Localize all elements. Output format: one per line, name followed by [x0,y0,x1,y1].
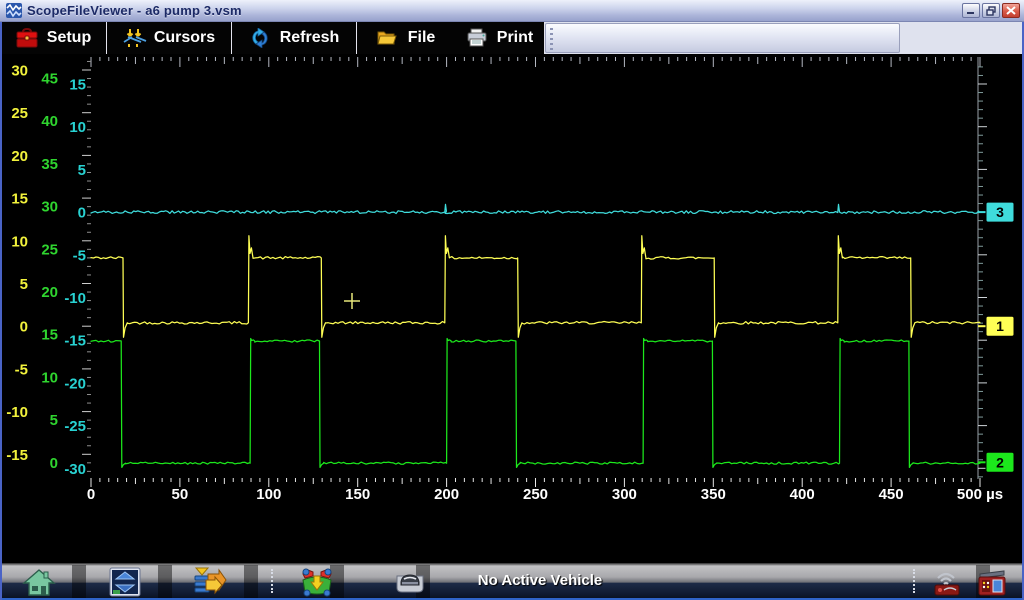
x-tick-label: 250 [523,486,548,503]
y-tick-label-ch3: -25 [64,418,86,435]
y-tick-label-ch1: 15 [11,191,28,208]
toolbar-empty-panel [545,23,900,53]
y-tick-label-ch1: 10 [11,233,28,250]
y-tick-label-ch1: -15 [6,447,28,464]
channel-badge-label: 3 [996,204,1004,220]
y-tick-label-ch2: 15 [41,327,58,344]
y-tick-label-ch2: 25 [41,241,58,258]
cursors-label: Cursors [154,29,215,47]
scope-data-button[interactable] [192,566,228,598]
y-tick-label-ch2: 5 [50,412,58,429]
crosshair-cursor [344,293,360,309]
y-tick-label-ch2: 40 [41,113,58,130]
y-tick-label-ch1: 25 [11,105,28,122]
refresh-button[interactable]: Refresh [232,22,357,54]
scope-plot[interactable]: 302520151050-5-10-1545403530252015105015… [0,54,1024,505]
y-tick-label-ch2: 0 [50,455,58,472]
x-tick-label: 500 µs [957,486,1003,503]
y-tick-label-ch2: 45 [41,71,58,88]
y-tick-label-ch3: -30 [64,461,86,478]
setup-label: Setup [47,29,91,47]
y-tick-label-ch2: 10 [41,369,58,386]
app-icon [6,3,22,18]
y-tick-label-ch1: 0 [20,319,28,336]
setup-button[interactable]: Setup [0,22,107,54]
cursors-icon [123,28,145,48]
playback-bar: 00:00:092 x1 [0,505,1024,563]
y-tick-label-ch1: 5 [20,276,28,293]
y-tick-label-ch3: -20 [64,375,86,392]
status-bar: No Active Vehicle [0,563,1024,600]
y-tick-label-ch3: 10 [69,119,86,136]
wireless-button[interactable] [928,566,964,598]
x-tick-label: 350 [701,486,726,503]
y-tick-label-ch2: 30 [41,199,58,216]
y-tick-label-ch3: 5 [78,162,86,179]
scope-file-viewer-window: ScopeFileViewer - a6 pump 3.vsm Setup Cu… [0,0,1024,600]
x-tick-label: 150 [345,486,370,503]
refresh-label: Refresh [280,29,340,47]
y-tick-label-ch1: -10 [6,404,28,421]
y-tick-label-ch1: 20 [11,148,28,165]
trace-ch1 [91,236,980,338]
x-tick-label: 200 [434,486,459,503]
vehicle-button[interactable] [392,566,428,598]
y-tick-label-ch2: 35 [41,156,58,173]
y-tick-label-ch3: -15 [64,333,86,350]
restore-button[interactable] [982,3,1000,18]
x-tick-label: 450 [879,486,904,503]
y-tick-label-ch2: 20 [41,284,58,301]
folder-icon [377,28,399,48]
refresh-icon [249,28,271,48]
system-window-button[interactable] [107,566,143,598]
module-button[interactable] [974,566,1010,598]
toolbox-icon [16,28,38,48]
y-tick-label-ch3: -10 [64,290,86,307]
toolbar: Setup Cursors Refresh File Print [0,22,1024,54]
minimize-button[interactable] [962,3,980,18]
navbar-separator-right [913,569,915,593]
x-tick-label: 50 [172,486,189,503]
status-message: No Active Vehicle [440,572,640,589]
window-title: ScopeFileViewer - a6 pump 3.vsm [27,3,960,18]
window-border-left [0,22,2,600]
home-button[interactable] [21,566,57,598]
file-button[interactable]: File [357,22,455,54]
channel-badge-label: 1 [996,318,1004,334]
print-button[interactable]: Print [455,22,545,54]
x-tick-label: 0 [87,486,95,503]
x-tick-label: 100 [256,486,281,503]
y-tick-label-ch3: 0 [78,205,86,222]
y-tick-label-ch1: 30 [11,63,28,80]
toolbar-grip[interactable] [550,28,553,50]
trace-ch3 [91,204,979,213]
x-tick-label: 300 [612,486,637,503]
file-label: File [408,29,436,47]
trace-ch2 [91,339,980,468]
navbar-separator [271,569,273,593]
title-bar: ScopeFileViewer - a6 pump 3.vsm [0,0,1024,22]
y-tick-label-ch1: -5 [15,361,28,378]
printer-icon [466,28,488,48]
x-tick-label: 400 [790,486,815,503]
close-button[interactable] [1002,3,1020,18]
cursors-button[interactable]: Cursors [107,22,232,54]
y-tick-label-ch3: -5 [73,247,86,264]
vehicle-connect-button[interactable] [299,566,335,598]
y-tick-label-ch3: 15 [69,77,86,94]
print-label: Print [497,29,533,47]
channel-badge-label: 2 [996,454,1004,470]
